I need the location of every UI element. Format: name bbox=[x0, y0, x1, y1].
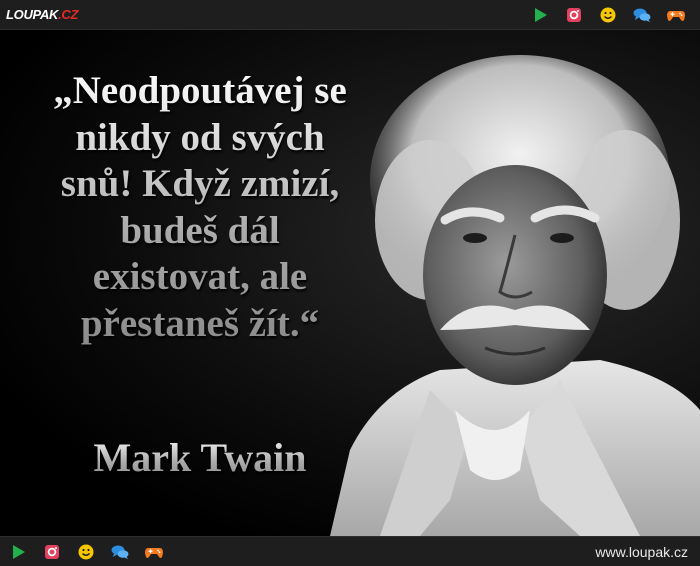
quote-line: „Neodpoutávej se bbox=[53, 69, 347, 112]
instagram-icon[interactable] bbox=[42, 542, 62, 562]
top-icon-bar bbox=[530, 5, 686, 25]
quote-line: budeš dál bbox=[120, 208, 280, 252]
quote-image: „Neodpoutávej se nikdy od svých snů! Kdy… bbox=[0, 30, 700, 536]
quote-author: Mark Twain bbox=[0, 435, 400, 481]
smiley-icon[interactable] bbox=[76, 542, 96, 562]
gamepad-icon[interactable] bbox=[666, 5, 686, 25]
gamepad-icon[interactable] bbox=[144, 542, 164, 562]
instagram-icon[interactable] bbox=[564, 5, 584, 25]
chat-icon[interactable] bbox=[632, 5, 652, 25]
quote-line: snů! Když zmizí, bbox=[60, 162, 340, 205]
quote-line: nikdy od svých bbox=[75, 115, 325, 159]
site-url-link[interactable]: www.loupak.cz bbox=[595, 544, 688, 560]
logo-tld-text: .CZ bbox=[58, 7, 79, 22]
quote-text: „Neodpoutávej se nikdy od svých snů! Kdy… bbox=[0, 68, 400, 347]
play-icon[interactable] bbox=[530, 5, 550, 25]
play-icon[interactable] bbox=[8, 542, 28, 562]
site-logo[interactable]: LOUPAK .CZ bbox=[6, 7, 78, 22]
logo-main-text: LOUPAK bbox=[6, 7, 59, 22]
chat-icon[interactable] bbox=[110, 542, 130, 562]
top-bar: LOUPAK .CZ bbox=[0, 0, 700, 30]
quote-line: existovat, ale bbox=[92, 255, 308, 298]
smiley-icon[interactable] bbox=[598, 5, 618, 25]
quote-line: přestaneš žít.“ bbox=[80, 301, 320, 345]
bottom-bar: www.loupak.cz bbox=[0, 536, 700, 566]
bottom-icon-bar bbox=[8, 542, 164, 562]
